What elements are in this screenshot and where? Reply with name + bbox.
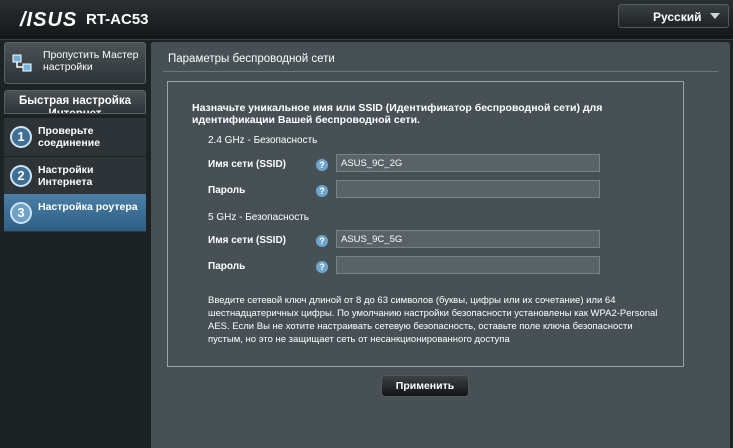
language-label: Русский (653, 10, 702, 24)
divider (163, 71, 718, 72)
help-icon[interactable]: ? (316, 159, 328, 171)
step-number: 1 (10, 126, 32, 148)
help-icon[interactable]: ? (316, 261, 328, 273)
step-router-settings[interactable]: 3 Настройка роутера (4, 194, 146, 232)
ssid-24-label: Имя сети (SSID) (208, 159, 287, 170)
step-check-connection[interactable]: 1 Проверьте соединение (4, 118, 146, 156)
step-label: Настройка роутера (38, 201, 138, 213)
asus-logo: /ISUS (20, 9, 78, 31)
skip-wizard-label: Пропустить Мастер настройки (43, 49, 139, 73)
ssid-5-label: Имя сети (SSID) (208, 235, 287, 246)
password-24-input[interactable] (336, 180, 600, 198)
intro-text: Назначьте уникальное имя или SSID (Идент… (192, 102, 603, 126)
router-model: RT-AC53 (86, 11, 149, 28)
band-24-title: 2.4 GHz - Безопасность (208, 135, 318, 146)
help-icon[interactable]: ? (316, 185, 328, 197)
quick-setup-header: Быстрая настройка Интернет (4, 90, 146, 114)
step-number: 2 (10, 165, 32, 187)
step-label: Проверьте соединение (38, 125, 101, 149)
step-internet-settings[interactable]: 2 Настройки Интернета (4, 157, 146, 195)
ssid-5-input[interactable] (336, 230, 600, 248)
skip-wizard-button[interactable]: Пропустить Мастер настройки (4, 42, 146, 84)
language-select[interactable]: Русский (618, 4, 729, 28)
help-icon[interactable]: ? (316, 235, 328, 247)
password-5-label: Пароль (208, 261, 246, 272)
ssid-24-input[interactable] (336, 154, 600, 172)
band-5-title: 5 GHz - Безопасность (208, 212, 310, 223)
security-note: Введите сетевой ключ длиной от 8 до 63 с… (208, 295, 658, 345)
quick-setup-title: Быстрая настройка Интернет (18, 95, 132, 114)
main-panel: Параметры беспроводной сети Назначьте ун… (151, 42, 730, 448)
top-bar: /ISUS RT-AC53 Русский (0, 0, 733, 40)
step-label: Настройки Интернета (38, 164, 94, 188)
step-number: 3 (10, 202, 32, 224)
password-5-input[interactable] (336, 256, 600, 274)
password-24-label: Пароль (208, 185, 246, 196)
chevron-down-icon (710, 13, 720, 19)
page-title: Параметры беспроводной сети (168, 53, 335, 65)
wireless-settings-fieldset: Назначьте уникальное имя или SSID (Идент… (167, 81, 684, 367)
apply-button[interactable]: Применить (381, 375, 469, 397)
network-icon (12, 54, 32, 72)
